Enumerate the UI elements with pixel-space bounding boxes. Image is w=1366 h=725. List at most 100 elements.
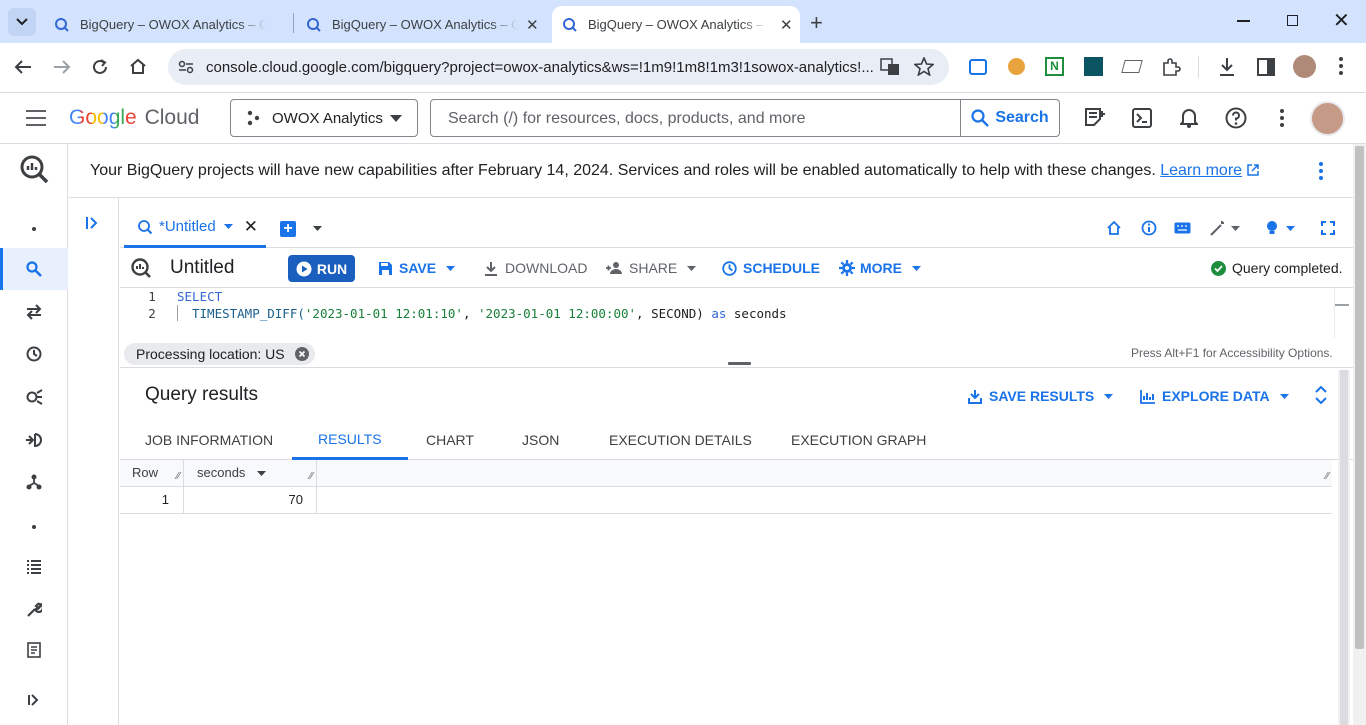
tab-results[interactable]: RESULTS xyxy=(292,420,408,460)
rail-item-analytics-hub[interactable] xyxy=(0,376,68,418)
lightbulb-icon[interactable] xyxy=(1265,220,1279,236)
help-icon[interactable] xyxy=(1225,107,1247,129)
resize-handle[interactable] xyxy=(728,362,751,365)
schedule-button[interactable]: SCHEDULE xyxy=(722,260,820,276)
chart-extension-icon[interactable] xyxy=(1084,57,1103,76)
cloud-shell-icon[interactable] xyxy=(1132,108,1152,128)
download-button[interactable]: DOWNLOAD xyxy=(484,260,587,276)
new-tab-icon[interactable]: + xyxy=(810,10,823,36)
page-scrollbar[interactable] xyxy=(1353,144,1366,725)
close-editor-tab-icon[interactable]: ✕ xyxy=(244,217,258,237)
new-query-icon[interactable]: + xyxy=(280,221,296,237)
rail-item-job-history[interactable] xyxy=(0,546,68,588)
rail-item-scheduled-queries[interactable] xyxy=(0,333,68,375)
learn-more-link[interactable]: Learn more xyxy=(1160,162,1242,179)
tab-execution-graph[interactable]: EXECUTION GRAPH xyxy=(766,420,951,460)
address-bar[interactable]: console.cloud.google.com/bigquery?projec… xyxy=(168,49,949,85)
wand-dropdown-icon[interactable] xyxy=(1231,226,1240,231)
search-input[interactable]: Search (/) for resources, docs, products… xyxy=(448,110,805,128)
run-button[interactable]: RUN xyxy=(288,255,355,282)
tab-dropdown-icon[interactable] xyxy=(223,224,233,229)
rail-item-sql-workspace[interactable] xyxy=(0,248,68,290)
keyboard-icon[interactable] xyxy=(1174,222,1191,234)
forward-arrow-icon[interactable] xyxy=(53,59,71,75)
tab-execution-details[interactable]: EXECUTION DETAILS xyxy=(584,420,777,460)
rail-item-settings[interactable] xyxy=(0,589,68,631)
extensions-puzzle-icon[interactable] xyxy=(1161,57,1181,77)
editor-tab-untitled[interactable]: *Untitled ✕ xyxy=(124,208,266,248)
bigquery-logo-icon[interactable] xyxy=(19,154,49,184)
info-icon[interactable] xyxy=(1141,220,1157,236)
close-tab-icon[interactable]: ✕ xyxy=(780,16,793,34)
table-cell-seconds[interactable]: 70 xyxy=(184,487,317,514)
save-button[interactable]: SAVE xyxy=(378,260,456,276)
results-table: Row ⁄⁄ seconds ⁄⁄ ⁄⁄ 1 70 xyxy=(120,460,1332,514)
new-tab-dropdown-icon[interactable] xyxy=(313,226,322,231)
home-icon[interactable] xyxy=(1107,221,1121,235)
back-arrow-icon[interactable] xyxy=(14,59,32,75)
notes-icon[interactable] xyxy=(1084,107,1106,129)
remove-chip-icon[interactable] xyxy=(294,347,309,361)
extension-1-icon[interactable] xyxy=(969,59,987,75)
project-picker[interactable]: OWOX Analytics xyxy=(230,99,418,137)
browser-tab-2[interactable]: BigQuery – OWOX Analytics – Google Cloud… xyxy=(298,6,544,43)
close-tab-icon[interactable]: ✕ xyxy=(526,16,539,34)
rail-item-data-transfers[interactable] xyxy=(0,291,68,333)
rail-item-dataform[interactable] xyxy=(0,419,68,461)
processing-location-chip[interactable]: Processing location: US xyxy=(124,343,315,365)
bookmark-star-icon[interactable] xyxy=(914,57,934,76)
page-scroll-thumb[interactable] xyxy=(1355,146,1364,649)
results-scroll-thumb[interactable] xyxy=(1340,370,1348,725)
banner-more-icon[interactable] xyxy=(1319,162,1323,180)
column-header-label: Row xyxy=(132,465,159,480)
download-icon[interactable] xyxy=(1218,57,1236,77)
home-icon[interactable] xyxy=(129,57,147,75)
minimize-icon[interactable] xyxy=(1237,20,1250,22)
translate-icon[interactable] xyxy=(880,58,900,76)
transfer-arrows-icon xyxy=(26,304,42,320)
tab-chart[interactable]: CHART xyxy=(401,420,499,460)
share-button[interactable]: SHARE xyxy=(605,260,697,276)
site-info-icon[interactable] xyxy=(178,60,194,74)
eraser-extension-icon[interactable] xyxy=(1121,60,1143,73)
more-button[interactable]: MORE xyxy=(839,260,921,276)
restore-icon[interactable] xyxy=(1287,15,1298,26)
column-menu-icon[interactable] xyxy=(257,471,267,476)
tab-json[interactable]: JSON xyxy=(497,420,584,460)
tab-job-information[interactable]: JOB INFORMATION xyxy=(120,420,298,460)
sql-editor[interactable]: 1 SELECT 2 TIMESTAMP_DIFF('2023-01-01 12… xyxy=(120,288,1353,338)
explorer-collapsed-strip xyxy=(69,198,119,725)
rail-expand-button[interactable] xyxy=(0,679,68,721)
rail-item-partner-center[interactable] xyxy=(0,461,68,503)
explore-data-button[interactable]: EXPLORE DATA xyxy=(1140,388,1289,404)
profile-avatar[interactable] xyxy=(1293,55,1316,78)
rail-item-release-notes[interactable] xyxy=(0,629,68,671)
side-panel-icon[interactable] xyxy=(1257,58,1275,76)
reload-icon[interactable] xyxy=(91,58,109,76)
console-search[interactable]: Search (/) for resources, docs, products… xyxy=(430,99,1060,137)
browser-tab-1[interactable]: BigQuery – OWOX Analytics – Google Cloud… xyxy=(44,6,290,43)
search-button[interactable]: Search xyxy=(960,100,1059,136)
more-options-icon[interactable] xyxy=(1280,109,1284,129)
column-header-seconds[interactable]: seconds ⁄⁄ xyxy=(184,460,317,487)
tab-search-button[interactable] xyxy=(8,8,36,36)
hamburger-menu-icon[interactable] xyxy=(26,110,46,126)
more-dropdown-icon xyxy=(912,265,921,271)
expand-collapse-icon[interactable] xyxy=(1315,386,1327,404)
results-scrollbar[interactable] xyxy=(1338,370,1350,725)
magic-wand-icon[interactable] xyxy=(1210,220,1226,236)
save-results-button[interactable]: SAVE RESULTS xyxy=(968,388,1114,404)
cookie-extension-icon[interactable] xyxy=(1008,58,1025,75)
save-dropdown-icon xyxy=(446,265,456,271)
minimap-divider xyxy=(1334,288,1335,338)
account-avatar[interactable] xyxy=(1310,101,1345,136)
close-window-icon[interactable]: ✕ xyxy=(1333,8,1350,33)
n-extension-icon[interactable]: N xyxy=(1045,57,1064,76)
lightbulb-dropdown-icon[interactable] xyxy=(1286,226,1295,231)
chrome-menu-icon[interactable] xyxy=(1339,57,1343,77)
expand-explorer-icon[interactable] xyxy=(86,216,100,230)
notifications-bell-icon[interactable] xyxy=(1180,107,1198,128)
fullscreen-icon[interactable] xyxy=(1321,221,1335,235)
google-cloud-logo[interactable]: Google Cloud xyxy=(69,106,199,130)
browser-tab-3-active[interactable]: BigQuery – OWOX Analytics – Google Cloud… xyxy=(552,6,800,43)
